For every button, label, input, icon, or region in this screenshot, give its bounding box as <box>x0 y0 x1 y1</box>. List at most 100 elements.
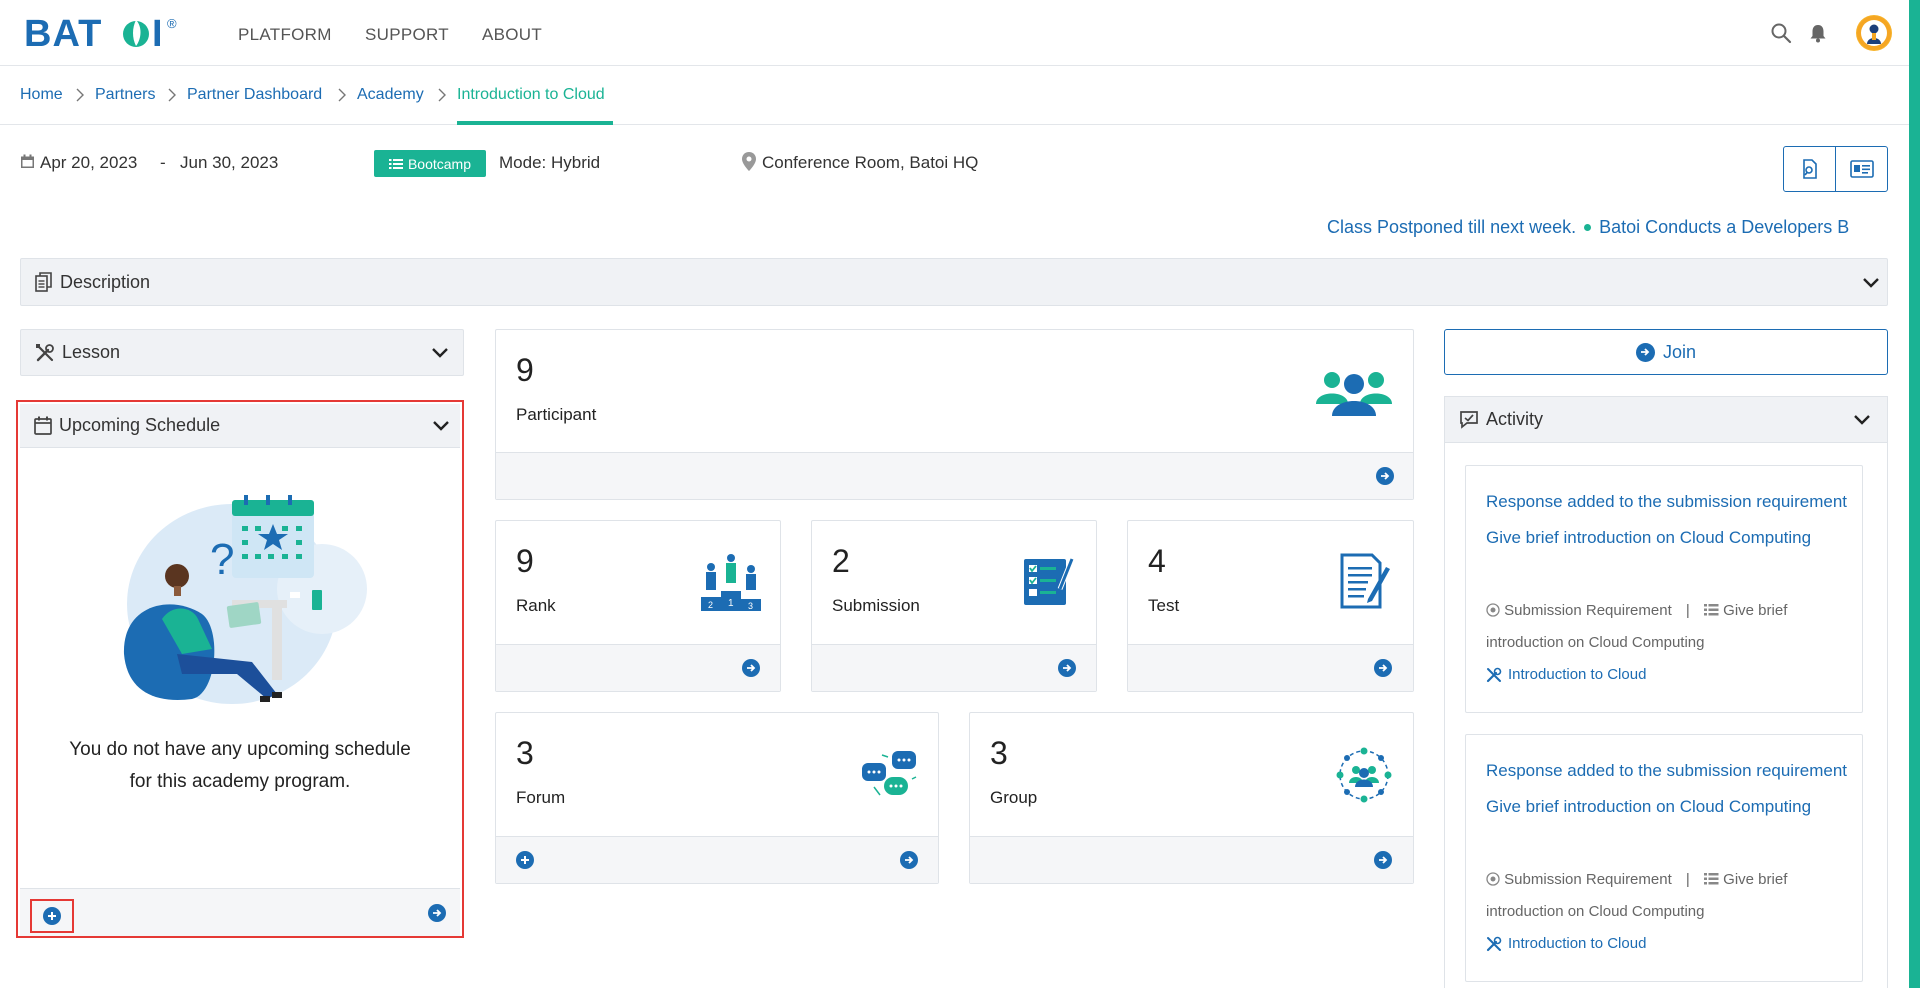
svg-text:I: I <box>152 13 163 52</box>
batoi-logo[interactable]: BAT I ® <box>24 12 200 52</box>
rank-card[interactable]: 9 Rank 1 2 3 <box>495 520 781 692</box>
arrow-right-circle-icon <box>1635 342 1655 362</box>
search-icon[interactable] <box>1770 22 1792 44</box>
breadcrumb-current: Introduction to Cloud <box>457 86 605 103</box>
end-date: Jun 30, 2023 <box>180 153 279 172</box>
breadcrumb-home[interactable]: Home <box>20 86 63 104</box>
upcoming-schedule-footer <box>20 888 460 936</box>
test-count: 4 <box>1148 543 1166 579</box>
activity-course-link[interactable]: Introduction to Cloud <box>1486 935 1646 952</box>
exam-paper-icon <box>1340 553 1390 609</box>
svg-text:BAT: BAT <box>24 13 102 52</box>
upcoming-schedule-panel: Upcoming Schedule ? You do not have any … <box>16 400 464 938</box>
forum-card-footer <box>496 836 938 883</box>
app-root: BAT I ® PLATFORM SUPPORT ABOUT Home Part… <box>0 0 1920 988</box>
breadcrumb-partners[interactable]: Partners <box>95 86 155 104</box>
activity-item-meta: Submission Requirement | Give brief intr… <box>1486 595 1856 659</box>
breadcrumb-partner-dashboard[interactable]: Partner Dashboard <box>187 86 322 104</box>
nav-platform[interactable]: PLATFORM <box>238 25 332 45</box>
file-view-button[interactable] <box>1784 147 1835 191</box>
upcoming-schedule-header[interactable]: Upcoming Schedule <box>20 404 460 448</box>
arrow-right-circle-icon[interactable] <box>428 904 446 922</box>
lesson-panel-header[interactable]: Lesson <box>20 329 464 376</box>
breadcrumb: Home Partners Partner Dashboard Academy … <box>0 66 1909 125</box>
lesson-title: Lesson <box>62 342 121 362</box>
location-pin-icon <box>742 152 756 171</box>
participant-card[interactable]: 9 Participant <box>495 329 1414 500</box>
forum-count: 3 <box>516 735 534 771</box>
svg-text:1: 1 <box>728 598 734 609</box>
forum-card[interactable]: 3 Forum <box>495 712 939 884</box>
calendar-icon <box>34 416 52 435</box>
ticker-item[interactable]: Class Postponed till next week. <box>1327 217 1576 237</box>
test-card[interactable]: 4 Test <box>1127 520 1414 692</box>
add-schedule-button[interactable] <box>30 899 74 933</box>
ticker-item[interactable]: Batoi Conducts a Developers B <box>1599 217 1849 237</box>
svg-text:?: ? <box>210 535 234 584</box>
ticker-dot <box>1584 223 1592 231</box>
upcoming-schedule-title: Upcoming Schedule <box>59 415 221 435</box>
radio-dot-icon <box>1486 603 1500 617</box>
activity-item-title[interactable]: Response added to the submission require… <box>1486 753 1856 825</box>
chevron-down-icon[interactable] <box>431 347 449 359</box>
test-card-footer <box>1128 644 1413 691</box>
document-copy-icon <box>35 272 52 292</box>
calendar-icon <box>21 154 34 168</box>
view-toggle-group <box>1783 146 1888 192</box>
group-card[interactable]: 3 Group <box>969 712 1414 884</box>
card-view-button[interactable] <box>1835 147 1887 191</box>
description-panel-header[interactable]: Description <box>20 258 1888 306</box>
activity-item-title[interactable]: Response added to the submission require… <box>1486 484 1856 556</box>
chevron-down-icon[interactable] <box>1862 277 1880 289</box>
type-badge: Bootcamp <box>374 150 486 177</box>
activity-course-name[interactable]: Introduction to Cloud <box>1508 666 1646 683</box>
mode-text: Mode: Hybrid <box>499 153 601 172</box>
document-search-icon <box>1802 159 1817 179</box>
join-label: Join <box>1662 341 1697 362</box>
plus-circle-icon[interactable] <box>516 851 534 869</box>
right-accent-bar <box>1909 0 1920 988</box>
activity-separator: | <box>1685 602 1690 619</box>
date-separator: - <box>160 153 166 172</box>
chevron-right-icon <box>438 88 446 102</box>
activity-item-meta: Submission Requirement | Give brief intr… <box>1486 864 1856 928</box>
chevron-right-icon <box>76 88 84 102</box>
activity-title: Activity <box>1486 409 1544 429</box>
activity-type: Submission Requirement <box>1504 602 1672 619</box>
arrow-right-circle-icon[interactable] <box>1374 659 1392 677</box>
chevron-down-icon[interactable] <box>432 420 450 432</box>
submission-card-footer <box>812 644 1096 691</box>
join-button[interactable]: Join <box>1444 329 1888 375</box>
breadcrumb-academy[interactable]: Academy <box>357 86 424 104</box>
activity-panel-header[interactable]: Activity <box>1445 397 1887 443</box>
announcement-ticker[interactable]: Class Postponed till next week. Batoi Con… <box>1327 217 1887 241</box>
group-network-icon <box>1336 747 1392 803</box>
activity-course-link[interactable]: Introduction to Cloud <box>1486 666 1646 683</box>
bell-icon[interactable] <box>1807 22 1829 44</box>
arrow-right-circle-icon[interactable] <box>1376 467 1394 485</box>
users-group-icon <box>1316 372 1392 416</box>
nav-support[interactable]: SUPPORT <box>365 25 449 45</box>
plus-circle-icon <box>43 907 61 925</box>
activity-item: Response added to the submission require… <box>1465 734 1863 982</box>
top-navbar: BAT I ® PLATFORM SUPPORT ABOUT <box>0 0 1920 66</box>
test-label: Test <box>1148 596 1180 615</box>
arrow-right-circle-icon[interactable] <box>742 659 760 677</box>
activity-type: Submission Requirement <box>1504 871 1672 888</box>
chevron-down-icon[interactable] <box>1853 414 1871 426</box>
user-avatar[interactable] <box>1856 15 1892 51</box>
arrow-right-circle-icon[interactable] <box>1374 851 1392 869</box>
podium-icon: 1 2 3 <box>701 554 761 611</box>
start-date: Apr 20, 2023 <box>40 153 138 172</box>
activity-course-name[interactable]: Introduction to Cloud <box>1508 935 1646 952</box>
location-text: Conference Room, Batoi HQ <box>762 153 979 172</box>
submission-card[interactable]: 2 Submission <box>811 520 1097 692</box>
arrow-right-circle-icon[interactable] <box>1058 659 1076 677</box>
nav-about[interactable]: ABOUT <box>482 25 542 45</box>
radio-dot-icon <box>1486 872 1500 886</box>
type-badge-label: Bootcamp <box>407 155 472 172</box>
group-card-footer <box>970 836 1413 883</box>
arrow-right-circle-icon[interactable] <box>900 851 918 869</box>
participant-count: 9 <box>516 352 534 388</box>
tools-icon <box>1486 667 1502 682</box>
